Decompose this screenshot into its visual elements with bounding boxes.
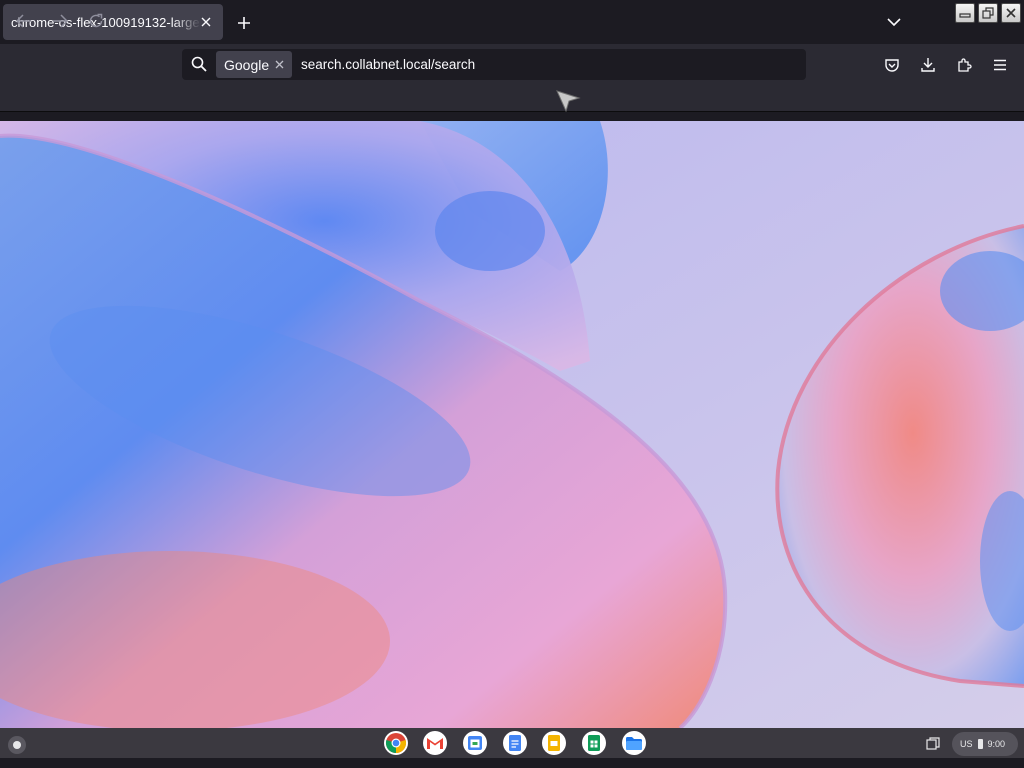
clock-time: 9:00 [987,739,1006,749]
list-all-tabs-button[interactable] [882,10,906,34]
launcher-icon [13,741,21,749]
extensions-button[interactable] [952,53,976,77]
reload-button[interactable] [83,8,109,34]
cursor-icon [556,90,581,113]
plus-icon [238,17,250,29]
reload-icon [89,13,103,28]
shelf-app-calendar[interactable] [463,731,487,755]
shelf-app-files[interactable] [622,731,646,755]
back-arrow-icon [16,14,31,28]
forward-button[interactable] [47,8,73,34]
tab-close-icon[interactable] [197,13,215,31]
files-icon [626,736,642,750]
gmail-icon [427,738,443,749]
new-tab-button[interactable] [232,11,256,35]
window-close-button[interactable] [1001,3,1021,23]
pocket-icon [885,59,899,72]
shelf-app-gmail[interactable] [423,731,447,755]
download-icon [921,58,935,72]
window-minimize-button[interactable] [955,3,975,23]
status-tray[interactable]: US 9:00 [952,732,1018,756]
forward-arrow-icon [53,14,68,28]
minimize-icon [959,13,971,18]
search-engine-chip[interactable]: Google [216,51,292,78]
restore-icon [982,7,994,19]
sheets-icon [588,735,600,751]
clear-engine-icon[interactable] [272,57,286,71]
shelf-app-sheets[interactable] [582,731,606,755]
input-method-label: US [960,739,973,749]
extensions-icon [958,58,972,72]
search-engine-label: Google [224,56,270,73]
save-to-pocket-button[interactable] [880,53,904,77]
content-separator [0,112,1024,121]
chevron-down-icon [887,18,901,27]
battery-icon [977,739,983,749]
mouse-cursor [554,86,582,114]
bookmarks-toolbar [0,86,1024,112]
shelf-app-slides[interactable] [542,731,566,755]
menu-icon [994,59,1006,71]
calendar-icon [468,736,482,750]
overview-icon [926,737,940,750]
image-viewport [0,121,1024,728]
docs-icon [509,735,521,751]
window-restore-button[interactable] [978,3,998,23]
overview-button[interactable] [924,735,942,753]
screen-bottom-edge [0,758,1024,768]
chrome-icon [385,733,407,754]
back-button[interactable] [11,8,37,34]
shelf-app-chrome[interactable] [384,731,408,755]
app-menu-button[interactable] [988,53,1012,77]
downloads-button[interactable] [916,53,940,77]
launcher-button[interactable] [8,736,26,754]
search-icon [190,55,208,73]
close-icon [1006,8,1016,18]
wallpaper-image [0,121,1024,728]
slides-icon [548,735,560,751]
url-input[interactable]: search.collabnet.local/search [301,57,475,72]
shelf-app-docs[interactable] [503,731,527,755]
